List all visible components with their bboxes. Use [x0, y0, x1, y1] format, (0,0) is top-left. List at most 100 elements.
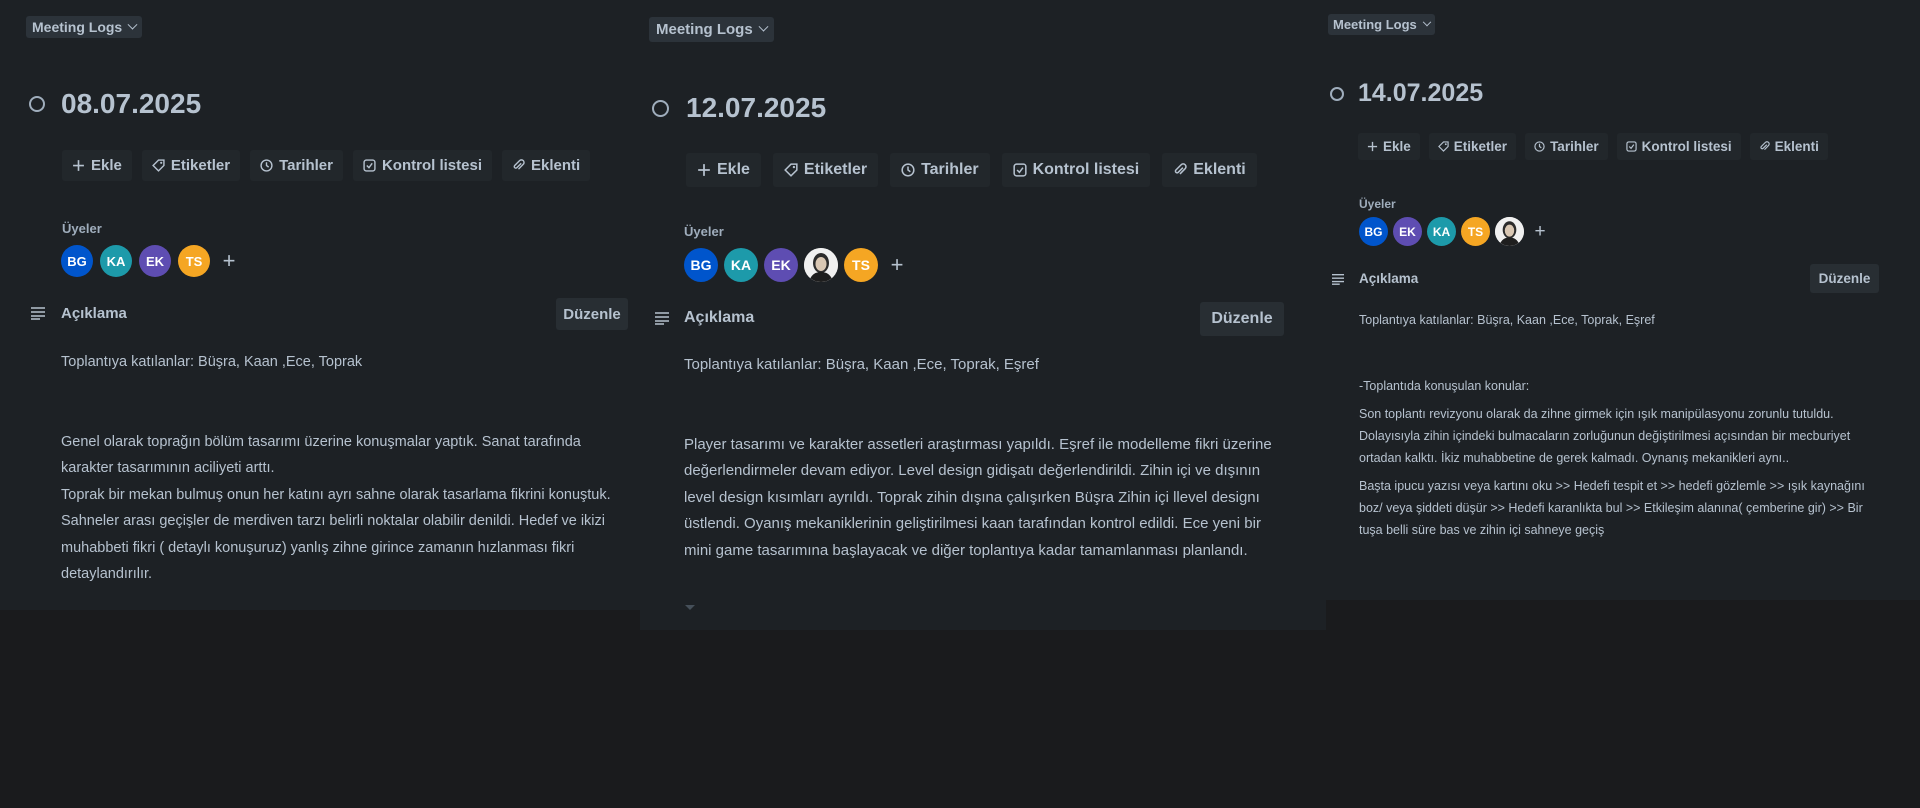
- avatar[interactable]: EK: [764, 248, 798, 282]
- description-title: Açıklama: [684, 309, 755, 326]
- avatar[interactable]: KA: [724, 248, 758, 282]
- avatar[interactable]: TS: [844, 248, 878, 282]
- labels-button[interactable]: Etiketler: [1428, 133, 1517, 160]
- description-text[interactable]: Toplantıya katılanlar: Büşra, Kaan ,Ece,…: [61, 349, 636, 588]
- description-line: Toplantıya katılanlar: Büşra, Kaan ,Ece,…: [61, 354, 363, 370]
- attachment-label: Eklenti: [530, 157, 581, 174]
- description-icon: [655, 312, 669, 325]
- checklist-label: Kontrol listesi: [381, 157, 482, 174]
- list-label: Meeting Logs: [1333, 17, 1417, 32]
- user-photo-icon: [1495, 217, 1524, 246]
- chevron-down-icon: [127, 19, 138, 30]
- add-label: Ekle: [91, 157, 122, 174]
- card-panel-3: Meeting Logs 14.07.2025 Ekle Etiketler T…: [1326, 0, 1920, 600]
- edit-button[interactable]: Düzenle: [1810, 264, 1879, 293]
- tag-icon: [151, 159, 165, 172]
- description-line: Toplantıya katılanlar: Büşra, Kaan ,Ece,…: [684, 356, 1039, 373]
- paperclip-icon: [1759, 141, 1770, 151]
- add-button[interactable]: Ekle: [686, 153, 761, 187]
- card-title-row: 08.07.2025: [29, 88, 201, 120]
- tag-icon: [784, 163, 798, 177]
- description-icon: [31, 307, 45, 320]
- add-member-button[interactable]: +: [884, 248, 910, 282]
- members-label: Üyeler: [62, 221, 102, 236]
- paperclip-icon: [1174, 163, 1187, 175]
- card-title[interactable]: 08.07.2025: [61, 88, 201, 120]
- add-button[interactable]: Ekle: [1358, 133, 1420, 160]
- chevron-down-icon: [758, 21, 769, 32]
- card-panel-1: Meeting Logs 08.07.2025 Ekle Etiketler T…: [0, 0, 640, 610]
- add-label: Ekle: [717, 161, 750, 178]
- avatar-photo[interactable]: [804, 248, 838, 282]
- checklist-button[interactable]: Kontrol listesi: [352, 150, 492, 181]
- attachment-button[interactable]: Eklenti: [1749, 133, 1828, 160]
- card-title-row: 12.07.2025: [652, 92, 826, 124]
- add-member-button[interactable]: +: [217, 245, 241, 277]
- description-text[interactable]: Toplantıya katılanlar: Büşra, Kaan ,Ece,…: [1359, 309, 1889, 541]
- card-title[interactable]: 14.07.2025: [1358, 79, 1483, 108]
- dates-button[interactable]: Tarihler: [250, 150, 343, 181]
- dates-label: Tarihler: [279, 157, 333, 174]
- members-label: Üyeler: [1359, 197, 1396, 211]
- avatar-photo[interactable]: [1495, 217, 1524, 246]
- complete-circle-icon[interactable]: [652, 99, 669, 117]
- description-paragraph: Başta ipucu yazısı veya kartını oku >> H…: [1359, 479, 1865, 537]
- checkbox-icon: [363, 159, 376, 172]
- add-label: Ekle: [1383, 139, 1411, 154]
- avatar[interactable]: KA: [100, 245, 132, 277]
- complete-circle-icon[interactable]: [29, 96, 45, 112]
- list-selector[interactable]: Meeting Logs: [649, 17, 774, 42]
- description-line: [684, 379, 1284, 406]
- list-label: Meeting Logs: [656, 21, 753, 38]
- background-lower: [0, 600, 1920, 808]
- tag-icon: [1437, 141, 1449, 152]
- scroll-caret-icon: [685, 605, 695, 610]
- checklist-button[interactable]: Kontrol listesi: [1001, 153, 1151, 187]
- members-list: BG EK KA TS +: [1359, 217, 1551, 246]
- attachment-button[interactable]: Eklenti: [501, 150, 591, 181]
- attachment-button[interactable]: Eklenti: [1162, 153, 1257, 187]
- edit-button[interactable]: Düzenle: [556, 298, 628, 330]
- list-selector[interactable]: Meeting Logs: [1328, 14, 1435, 35]
- avatar[interactable]: BG: [61, 245, 93, 277]
- attachment-label: Eklenti: [1774, 139, 1819, 154]
- checkbox-icon: [1625, 141, 1637, 152]
- description-paragraph: Player tasarımı ve karakter assetleri ar…: [684, 435, 1272, 559]
- dates-button[interactable]: Tarihler: [890, 153, 990, 187]
- description-heading: -Toplantıda konuşulan konular:: [1359, 379, 1530, 393]
- plus-icon: [698, 164, 710, 176]
- description-line: [1359, 331, 1889, 353]
- clock-icon: [901, 163, 915, 177]
- clock-icon: [260, 159, 273, 172]
- avatar[interactable]: TS: [1461, 217, 1490, 246]
- labels-label: Etiketler: [1453, 139, 1508, 154]
- plus-icon: [1367, 141, 1378, 152]
- checklist-button[interactable]: Kontrol listesi: [1616, 133, 1741, 160]
- avatar[interactable]: EK: [1393, 217, 1422, 246]
- description-line: [61, 376, 636, 403]
- avatar[interactable]: KA: [1427, 217, 1456, 246]
- labels-label: Etiketler: [170, 157, 231, 174]
- paperclip-icon: [513, 159, 525, 170]
- avatar[interactable]: TS: [178, 245, 210, 277]
- add-member-button[interactable]: +: [1529, 217, 1551, 246]
- description-paragraph: Toprak bir mekan bulmuş onun her katını …: [61, 486, 611, 583]
- card-title-row: 14.07.2025: [1330, 79, 1483, 108]
- complete-circle-icon[interactable]: [1330, 86, 1344, 101]
- avatar[interactable]: BG: [1359, 217, 1388, 246]
- description-line: [1359, 353, 1889, 375]
- description-title: Açıklama: [61, 305, 127, 322]
- dates-label: Tarihler: [1550, 139, 1599, 154]
- dates-button[interactable]: Tarihler: [1525, 133, 1608, 160]
- user-photo-icon: [804, 248, 838, 282]
- description-line: [684, 405, 1284, 432]
- add-button[interactable]: Ekle: [62, 150, 132, 181]
- avatar[interactable]: BG: [684, 248, 718, 282]
- description-text[interactable]: Toplantıya katılanlar: Büşra, Kaan ,Ece,…: [684, 352, 1284, 564]
- avatar[interactable]: EK: [139, 245, 171, 277]
- labels-button[interactable]: Etiketler: [141, 150, 241, 181]
- labels-button[interactable]: Etiketler: [772, 153, 879, 187]
- card-title[interactable]: 12.07.2025: [686, 92, 826, 124]
- edit-button[interactable]: Düzenle: [1200, 302, 1284, 336]
- list-selector[interactable]: Meeting Logs: [26, 16, 143, 38]
